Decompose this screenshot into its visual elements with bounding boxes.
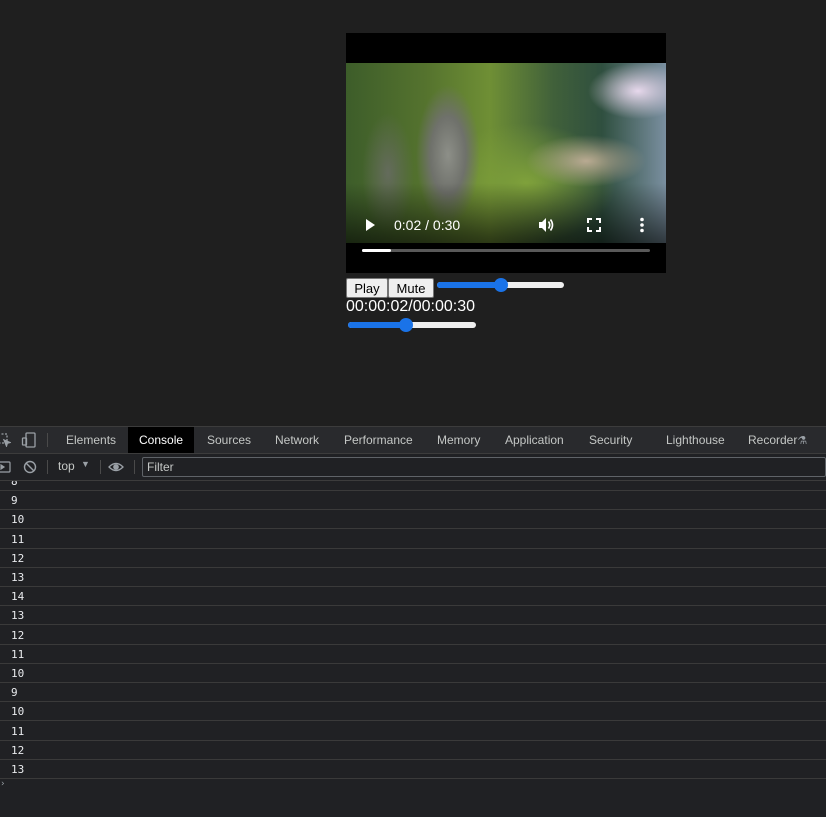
tab-label: Application — [505, 433, 564, 447]
tab-application[interactable]: Application — [494, 427, 575, 453]
tab-label: Sources — [207, 433, 252, 447]
sidebar-toggle-icon[interactable] — [0, 459, 12, 475]
device-toolbar-icon[interactable] — [21, 432, 37, 448]
tab-label: Security — [589, 433, 633, 447]
console-message: 14 — [0, 587, 826, 607]
console-message: 8 — [0, 481, 826, 491]
video-player[interactable]: 0:02 / 0:30 — [346, 33, 666, 273]
seek-slider[interactable] — [348, 317, 476, 333]
console-message: 12 — [0, 626, 826, 645]
console-message: 13 — [0, 760, 826, 779]
console-message: 9 — [0, 491, 826, 511]
tab-label: Network — [275, 433, 320, 447]
tab-console[interactable]: Console — [128, 427, 195, 453]
tab-memory[interactable]: Memory — [426, 427, 491, 453]
volume-icon[interactable] — [536, 215, 556, 235]
tab-label: Recorder — [748, 433, 798, 447]
inspect-element-icon[interactable] — [0, 432, 12, 448]
tab-network[interactable]: Network — [264, 427, 330, 453]
console-filter-input[interactable] — [142, 457, 826, 477]
console-message: 13 — [0, 606, 826, 626]
play-icon[interactable] — [360, 215, 380, 235]
console-message: 11 — [0, 722, 826, 741]
time-display: 00:00:02/00:00:30 — [346, 298, 476, 315]
mute-button[interactable]: Mute — [388, 278, 434, 298]
tab-performance[interactable]: Performance — [333, 427, 424, 453]
console-message: 11 — [0, 645, 826, 664]
video-progress-bar[interactable] — [362, 249, 650, 252]
video-progress-fill — [362, 249, 391, 252]
volume-slider-thumb[interactable] — [493, 278, 508, 292]
page-viewport: 0:02 / 0:30 Play Mute 00:00:02/00:00:30 — [0, 0, 826, 426]
flask-icon: ⚗ — [797, 434, 808, 447]
toolbar-separator — [47, 460, 48, 474]
console-output: 8 9 10 11 12 13 14 13 12 11 10 9 10 11 12 13 — [0, 481, 826, 817]
tab-security[interactable]: Security — [578, 427, 643, 453]
clear-console-icon[interactable] — [22, 459, 38, 475]
console-message: 13 — [0, 568, 826, 587]
tab-label: Lighthouse — [666, 433, 725, 447]
eye-icon[interactable] — [108, 459, 124, 475]
tab-sources[interactable]: Sources — [196, 427, 262, 453]
devtools-tabbar: Elements Console Sources Network Performance… — [0, 427, 826, 454]
console-message: 12 — [0, 741, 826, 760]
tabbar-separator — [47, 433, 48, 447]
toolbar-separator — [100, 460, 101, 474]
devtools-panel: Elements Console Sources Network Performance… — [0, 426, 826, 817]
console-message: 12 — [0, 549, 826, 568]
tab-recorder[interactable]: Recorder ⚗ — [737, 427, 818, 453]
toolbar-separator — [134, 460, 135, 474]
console-prompt[interactable]: › — [0, 779, 826, 793]
seek-slider-thumb[interactable] — [398, 318, 413, 332]
tab-label: Performance — [344, 433, 413, 447]
play-button[interactable]: Play — [346, 278, 388, 298]
video-time-label: 0:02 / 0:30 — [394, 217, 461, 233]
tab-label: Console — [139, 433, 184, 447]
console-message: 11 — [0, 530, 826, 549]
console-message: 10 — [0, 510, 826, 530]
console-toolbar: top ▼ — [0, 454, 826, 481]
console-message: 10 — [0, 702, 826, 722]
tab-label: Memory — [437, 433, 481, 447]
seek-slider-fill — [348, 322, 406, 328]
tab-elements[interactable]: Elements — [55, 427, 127, 453]
volume-slider-fill — [437, 282, 501, 288]
fullscreen-icon[interactable] — [584, 215, 604, 235]
tab-label: Elements — [66, 433, 117, 447]
tab-lighthouse[interactable]: Lighthouse — [655, 427, 736, 453]
console-message: 9 — [0, 683, 826, 703]
chevron-down-icon[interactable]: ▼ — [81, 459, 90, 469]
context-selector[interactable]: top — [58, 459, 75, 473]
volume-slider[interactable] — [437, 277, 564, 293]
more-vert-icon[interactable] — [632, 215, 652, 235]
console-message: 10 — [0, 664, 826, 683]
